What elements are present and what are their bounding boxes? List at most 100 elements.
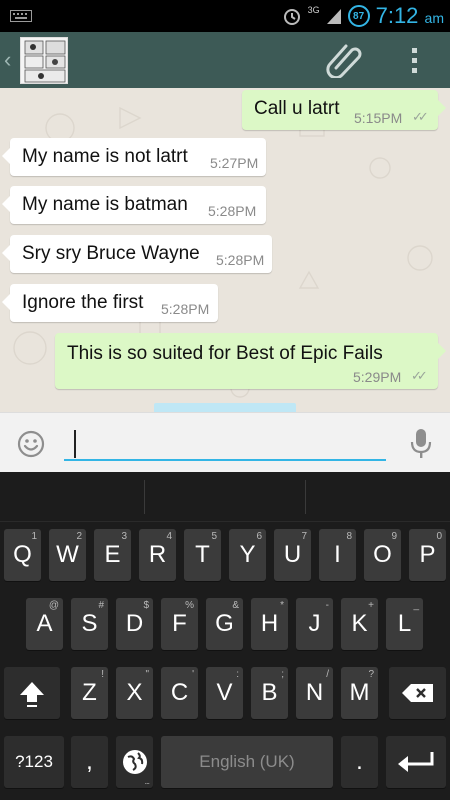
key-hint: $ <box>143 600 149 611</box>
action-bar: ‹ <box>0 32 450 88</box>
period-key[interactable]: . <box>341 736 378 788</box>
message-bubble-incoming[interactable]: Sry sry Bruce Wayne 5:28PM <box>2 235 272 273</box>
enter-key[interactable] <box>386 736 446 788</box>
more-dots: ... <box>144 776 149 786</box>
language-key[interactable]: ... <box>116 736 153 788</box>
key-hint: 1 <box>31 531 37 542</box>
key-q[interactable]: Q1 <box>4 529 41 581</box>
alarm-icon <box>283 9 300 25</box>
key-o[interactable]: O9 <box>364 529 401 581</box>
key-h[interactable]: H * <box>251 598 288 650</box>
key-p[interactable]: P0 <box>409 529 446 581</box>
key-e[interactable]: E3 <box>94 529 131 581</box>
message-bubble-incoming[interactable]: My name is not latrt 5:27PM <box>2 138 266 176</box>
key-hint: & <box>232 600 239 611</box>
space-key[interactable]: English (UK) <box>161 736 333 788</box>
message-bubble-outgoing[interactable]: This is so suited for Best of Epic Fails… <box>55 333 446 389</box>
microphone-icon[interactable] <box>408 427 434 461</box>
globe-icon <box>122 750 147 774</box>
message-bubble-incoming[interactable]: Ignore the first 5:28PM <box>2 284 218 322</box>
key-k[interactable]: K + <box>341 598 378 650</box>
key-c[interactable]: C ' <box>161 667 198 719</box>
key-hint: ' <box>192 669 194 680</box>
space-label: English (UK) <box>199 752 295 771</box>
key-w[interactable]: W2 <box>49 529 86 581</box>
overflow-menu-icon[interactable] <box>406 46 422 76</box>
message-time: 5:28PM <box>216 252 265 268</box>
key-u[interactable]: U7 <box>274 529 311 581</box>
key-label: X <box>126 679 143 706</box>
key-label: F <box>172 610 187 637</box>
key-s[interactable]: S # <box>71 598 108 650</box>
key-hint: 0 <box>436 531 442 542</box>
key-f[interactable]: F% <box>161 598 198 650</box>
message-bubble-outgoing[interactable]: Call u latrt 5:15PM ✓✓ <box>242 90 446 130</box>
message-input[interactable] <box>64 427 386 461</box>
key-hint: 8 <box>346 531 352 542</box>
key-g[interactable]: G & <box>206 598 243 650</box>
key-m[interactable]: M? <box>341 667 378 719</box>
key-hint: / <box>326 669 329 680</box>
key-j[interactable]: J- <box>296 598 333 650</box>
key-a[interactable]: A @ <box>26 598 63 650</box>
key-y[interactable]: Y6 <box>229 529 266 581</box>
message-text: Ignore the first <box>22 292 144 313</box>
key-label: K <box>351 610 368 637</box>
key-label: D <box>125 610 144 637</box>
key-l[interactable]: L _ <box>386 598 423 650</box>
key-label: B <box>261 679 278 706</box>
key-label: O <box>373 541 392 568</box>
backspace-icon <box>401 684 433 702</box>
contact-avatar[interactable] <box>20 37 68 84</box>
message-bubble-incoming[interactable]: My name is batman 5:28PM <box>2 186 266 224</box>
key-label: E <box>104 541 121 568</box>
enter-arrow-icon <box>398 752 434 772</box>
clock-time: 7:12 <box>375 3 419 28</box>
key-label: I <box>334 541 341 568</box>
message-time: 5:29PM <box>353 369 402 385</box>
key-t[interactable]: T5 <box>184 529 221 581</box>
message-text: Sry sry Bruce Wayne <box>22 243 200 264</box>
key-label: ?123 <box>15 752 53 771</box>
key-n[interactable]: N / <box>296 667 333 719</box>
chat-area[interactable]: Call u latrt 5:15PM ✓✓ My name is not la… <box>0 88 450 412</box>
read-ticks-icon: ✓✓ <box>412 109 429 124</box>
key-hint: " <box>145 669 149 680</box>
shift-key[interactable] <box>4 667 60 719</box>
key-hint: * <box>280 600 284 611</box>
chevron-left-icon[interactable]: ‹ <box>4 46 18 74</box>
paperclip-icon[interactable] <box>324 44 362 78</box>
key-label: . <box>356 748 363 775</box>
smiley-icon[interactable] <box>16 429 46 459</box>
key-label: N <box>305 679 324 706</box>
key-label: P <box>419 541 436 568</box>
backspace-key[interactable] <box>389 667 446 719</box>
network-type-label: 3G <box>307 5 320 15</box>
key-d[interactable]: D $ <box>116 598 153 650</box>
status-bar: 3G 87 7:12 am <box>0 0 450 32</box>
comma-key[interactable]: , <box>71 736 108 788</box>
key-hint: # <box>98 600 104 611</box>
key-hint: 2 <box>76 531 82 542</box>
key-z[interactable]: Z! <box>71 667 108 719</box>
message-time: 5:27PM <box>210 155 259 171</box>
key-hint: : <box>236 669 239 680</box>
key-label: M <box>349 679 370 706</box>
message-text: My name is not latrt <box>22 146 188 167</box>
key-i[interactable]: I8 <box>319 529 356 581</box>
key-hint: 6 <box>256 531 262 542</box>
key-hint: + <box>368 600 374 611</box>
key-label: T <box>195 541 210 568</box>
clock-ampm: am <box>424 10 444 26</box>
key-label: Q <box>13 541 32 568</box>
battery-indicator: 87 <box>347 5 370 27</box>
key-b[interactable]: B; <box>251 667 288 719</box>
symbols-key[interactable]: ?123 <box>4 736 64 788</box>
suggestion-divider <box>305 480 306 514</box>
scroll-indicator <box>154 403 296 412</box>
key-x[interactable]: X " <box>116 667 153 719</box>
key-r[interactable]: R4 <box>139 529 176 581</box>
message-text: My name is batman <box>22 194 188 215</box>
key-v[interactable]: V: <box>206 667 243 719</box>
suggestion-strip[interactable] <box>0 472 450 522</box>
